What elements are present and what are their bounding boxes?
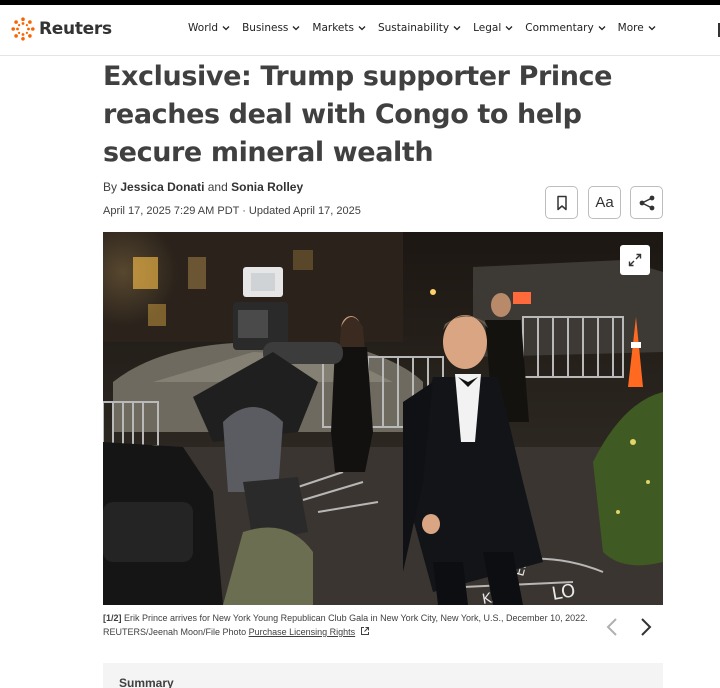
site-header: Reuters World Business Markets Sustainab… (0, 5, 720, 56)
nav-item-legal[interactable]: Legal (473, 22, 514, 34)
summary-box: Summary (103, 663, 663, 688)
author-link-2[interactable]: Sonia Rolley (231, 180, 303, 194)
expand-photo-button[interactable] (620, 245, 650, 275)
reuters-logo[interactable]: Reuters (11, 17, 112, 41)
share-button[interactable] (630, 186, 663, 219)
nav-item-label: Business (242, 22, 289, 34)
nav-item-label: Markets (312, 22, 354, 34)
article-headline: Exclusive: Trump supporter Prince reache… (103, 61, 613, 168)
purchase-licensing-link[interactable]: Purchase Licensing Rights (249, 627, 356, 637)
nav-item-commentary[interactable]: Commentary (525, 22, 606, 34)
previous-photo-button[interactable] (600, 614, 624, 640)
font-size-button[interactable]: Aa (588, 186, 621, 219)
nav-item-markets[interactable]: Markets (312, 22, 367, 34)
chevron-down-icon (453, 26, 461, 31)
chevron-down-icon (505, 26, 513, 31)
expand-icon (628, 253, 642, 267)
nav-item-business[interactable]: Business (242, 22, 301, 34)
photo-credit: REUTERS/Jeenah Moon/File Photo (103, 627, 247, 637)
summary-title: Summary (119, 676, 174, 688)
chevron-down-icon (292, 26, 300, 31)
next-photo-button[interactable] (634, 614, 658, 640)
reuters-logo-mark (11, 17, 35, 41)
byline: By Jessica Donati and Sonia Rolley (103, 180, 303, 194)
nav-item-label: World (188, 22, 219, 34)
author-link-1[interactable]: Jessica Donati (120, 180, 204, 194)
chevron-left-icon (606, 618, 617, 636)
font-size-label: Aa (595, 194, 614, 211)
nav-item-label: More (617, 22, 644, 34)
chevron-down-icon (598, 26, 606, 31)
photo-caption: [1/2] Erik Prince arrives for New York Y… (103, 611, 593, 639)
nav-item-label: Legal (473, 22, 502, 34)
gallery-counter: [1/2] (103, 613, 122, 623)
nav-item-sustainability[interactable]: Sustainability (378, 22, 462, 34)
chevron-down-icon (648, 26, 656, 31)
bookmark-button[interactable] (545, 186, 578, 219)
nav-item-label: Sustainability (377, 22, 450, 34)
chevron-right-icon (641, 618, 652, 636)
chevron-down-icon (222, 26, 230, 31)
nav-item-world[interactable]: World (188, 22, 231, 34)
chalk-text-lo: LO (550, 580, 577, 605)
chevron-down-icon (358, 26, 366, 31)
main-nav: World Business Markets Sustainability Le… (188, 22, 657, 34)
bookmark-icon (556, 195, 567, 210)
caption-text: Erik Prince arrives for New York Young R… (124, 613, 588, 623)
external-link-icon[interactable] (360, 626, 370, 636)
byline-and: and (207, 180, 228, 194)
reuters-logo-text: Reuters (39, 19, 112, 39)
nav-item-more[interactable]: More (618, 22, 657, 34)
share-icon (639, 195, 654, 210)
article-photo[interactable]: LO KA ENEMY (103, 232, 663, 605)
nav-item-label: Commentary (525, 22, 594, 34)
byline-prefix: By (103, 180, 118, 194)
article-dateline: April 17, 2025 7:29 AM PDT · Updated Apr… (103, 205, 361, 217)
